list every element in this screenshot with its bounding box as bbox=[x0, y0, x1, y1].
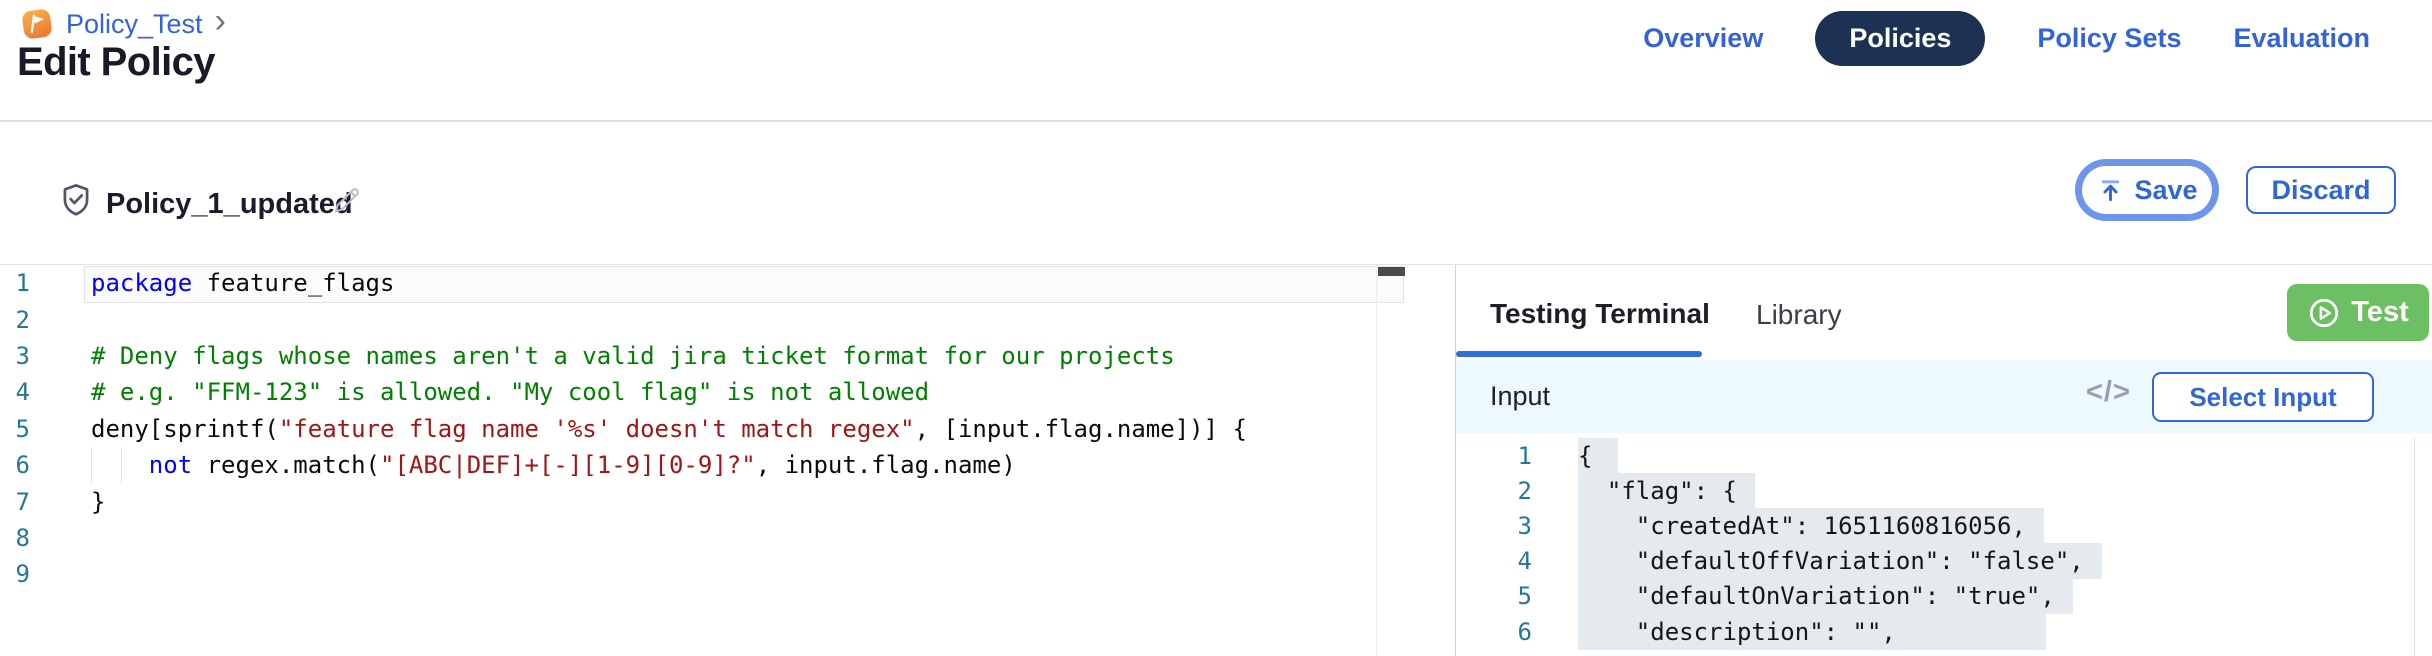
page-title: Edit Policy bbox=[17, 40, 215, 85]
rego-code-editor[interactable]: 1 package feature_flags 2 3 # Deny flags who… bbox=[0, 265, 1405, 656]
indent-guide bbox=[91, 447, 92, 484]
json-text: { bbox=[1578, 438, 1618, 474]
code-line[interactable]: 9 bbox=[0, 556, 1405, 592]
code-text: package feature_flags bbox=[91, 269, 394, 297]
test-button[interactable]: Test bbox=[2287, 284, 2429, 341]
editor-scrollbar-track bbox=[1376, 265, 1377, 656]
discard-button[interactable]: Discard bbox=[2246, 166, 2396, 214]
line-number: 2 bbox=[1456, 477, 1532, 505]
line-number: 3 bbox=[1456, 512, 1532, 540]
line-number: 4 bbox=[0, 378, 30, 406]
play-circle-icon bbox=[2307, 296, 2341, 330]
tab-testing-terminal[interactable]: Testing Terminal bbox=[1490, 298, 1710, 330]
line-number: 6 bbox=[0, 451, 30, 479]
json-line[interactable]: 6 "description": "", bbox=[1456, 614, 2432, 649]
line-number: 1 bbox=[1456, 442, 1532, 470]
test-button-label: Test bbox=[2351, 296, 2408, 329]
json-text: "defaultOffVariation": "false", bbox=[1578, 543, 2102, 579]
select-input-button[interactable]: Select Input bbox=[2152, 372, 2374, 422]
nav-tabs: Overview Policies Policy Sets Evaluation bbox=[1643, 12, 2370, 64]
code-line[interactable]: 6 not regex.match("[ABC|DEF]+[-][1-9][0-… bbox=[0, 447, 1405, 483]
policy-flag-logo-icon bbox=[20, 7, 54, 41]
chevron-right-icon: › bbox=[215, 6, 226, 36]
json-line[interactable]: 4 "defaultOffVariation": "false", bbox=[1456, 544, 2432, 579]
json-line[interactable]: 3 "createdAt": 1651160816056, bbox=[1456, 508, 2432, 543]
breadcrumb: Policy_Test › bbox=[20, 6, 226, 42]
policy-name: Policy_1_updated bbox=[106, 188, 353, 221]
json-text: "description": "", bbox=[1578, 614, 2046, 650]
code-text: not regex.match("[ABC|DEF]+[-][1-9][0-9]… bbox=[91, 451, 1016, 479]
code-line[interactable]: 5 deny[sprintf("feature flag name '%s' do… bbox=[0, 411, 1405, 447]
code-line[interactable]: 4 # e.g. "FFM-123" is allowed. "My cool f… bbox=[0, 374, 1405, 410]
line-number: 6 bbox=[1456, 618, 1532, 646]
tab-evaluation[interactable]: Evaluation bbox=[2233, 23, 2370, 54]
code-text: # e.g. "FFM-123" is allowed. "My cool fl… bbox=[91, 378, 929, 406]
editor-scrollbar-thumb[interactable] bbox=[1378, 267, 1405, 276]
code-line[interactable]: 3 # Deny flags whose names aren't a valid… bbox=[0, 338, 1405, 374]
active-tab-underline bbox=[1456, 351, 1702, 357]
json-scrollbar-track bbox=[2414, 438, 2415, 656]
line-number: 7 bbox=[0, 488, 30, 516]
edit-pencil-icon[interactable] bbox=[330, 184, 363, 217]
input-label: Input bbox=[1490, 381, 1550, 412]
header-divider bbox=[0, 120, 2432, 122]
line-number: 2 bbox=[0, 306, 30, 334]
line-number: 5 bbox=[0, 415, 30, 443]
line-number: 3 bbox=[0, 342, 30, 370]
json-line[interactable]: 2 "flag": { bbox=[1456, 473, 2432, 508]
code-line[interactable]: 2 bbox=[0, 301, 1405, 337]
upload-arrow-icon bbox=[2096, 176, 2125, 205]
json-lines: 1{2 "flag": {3 "createdAt": 165116081605… bbox=[1456, 438, 2432, 649]
json-input-editor[interactable]: 1{2 "flag": {3 "createdAt": 165116081605… bbox=[1456, 438, 2432, 656]
json-text: "createdAt": 1651160816056, bbox=[1578, 508, 2044, 544]
json-text: "flag": { bbox=[1578, 473, 1755, 509]
code-lines: 1 package feature_flags 2 3 # Deny flags who… bbox=[0, 265, 1405, 593]
code-line[interactable]: 7} bbox=[0, 483, 1405, 519]
indent-guide bbox=[121, 447, 122, 484]
line-number: 4 bbox=[1456, 547, 1532, 575]
tab-policy-sets[interactable]: Policy Sets bbox=[2037, 23, 2181, 54]
line-number: 9 bbox=[0, 560, 30, 588]
line-number: 5 bbox=[1456, 582, 1532, 610]
breadcrumb-project-link[interactable]: Policy_Test bbox=[66, 9, 203, 40]
code-line[interactable]: 8 bbox=[0, 520, 1405, 556]
line-number: 8 bbox=[0, 524, 30, 552]
tab-overview[interactable]: Overview bbox=[1643, 23, 1763, 54]
code-text: # Deny flags whose names aren't a valid … bbox=[91, 342, 1175, 370]
code-line[interactable]: 1 package feature_flags bbox=[0, 265, 1405, 301]
tab-policies[interactable]: Policies bbox=[1815, 11, 1985, 66]
code-view-icon[interactable]: </> bbox=[2086, 376, 2131, 409]
json-line[interactable]: 1{ bbox=[1456, 438, 2432, 473]
json-line[interactable]: 5 "defaultOnVariation": "true", bbox=[1456, 579, 2432, 614]
json-text: "defaultOnVariation": "true", bbox=[1578, 578, 2073, 614]
code-text: deny[sprintf("feature flag name '%s' doe… bbox=[91, 415, 1247, 443]
save-button-label: Save bbox=[2134, 175, 2197, 206]
code-text: } bbox=[91, 488, 105, 516]
input-bar: Input </> Select Input bbox=[1456, 360, 2432, 433]
save-button[interactable]: Save bbox=[2082, 166, 2212, 214]
tab-library[interactable]: Library bbox=[1756, 299, 1842, 331]
shield-check-icon bbox=[57, 181, 95, 219]
line-number: 1 bbox=[0, 269, 30, 297]
